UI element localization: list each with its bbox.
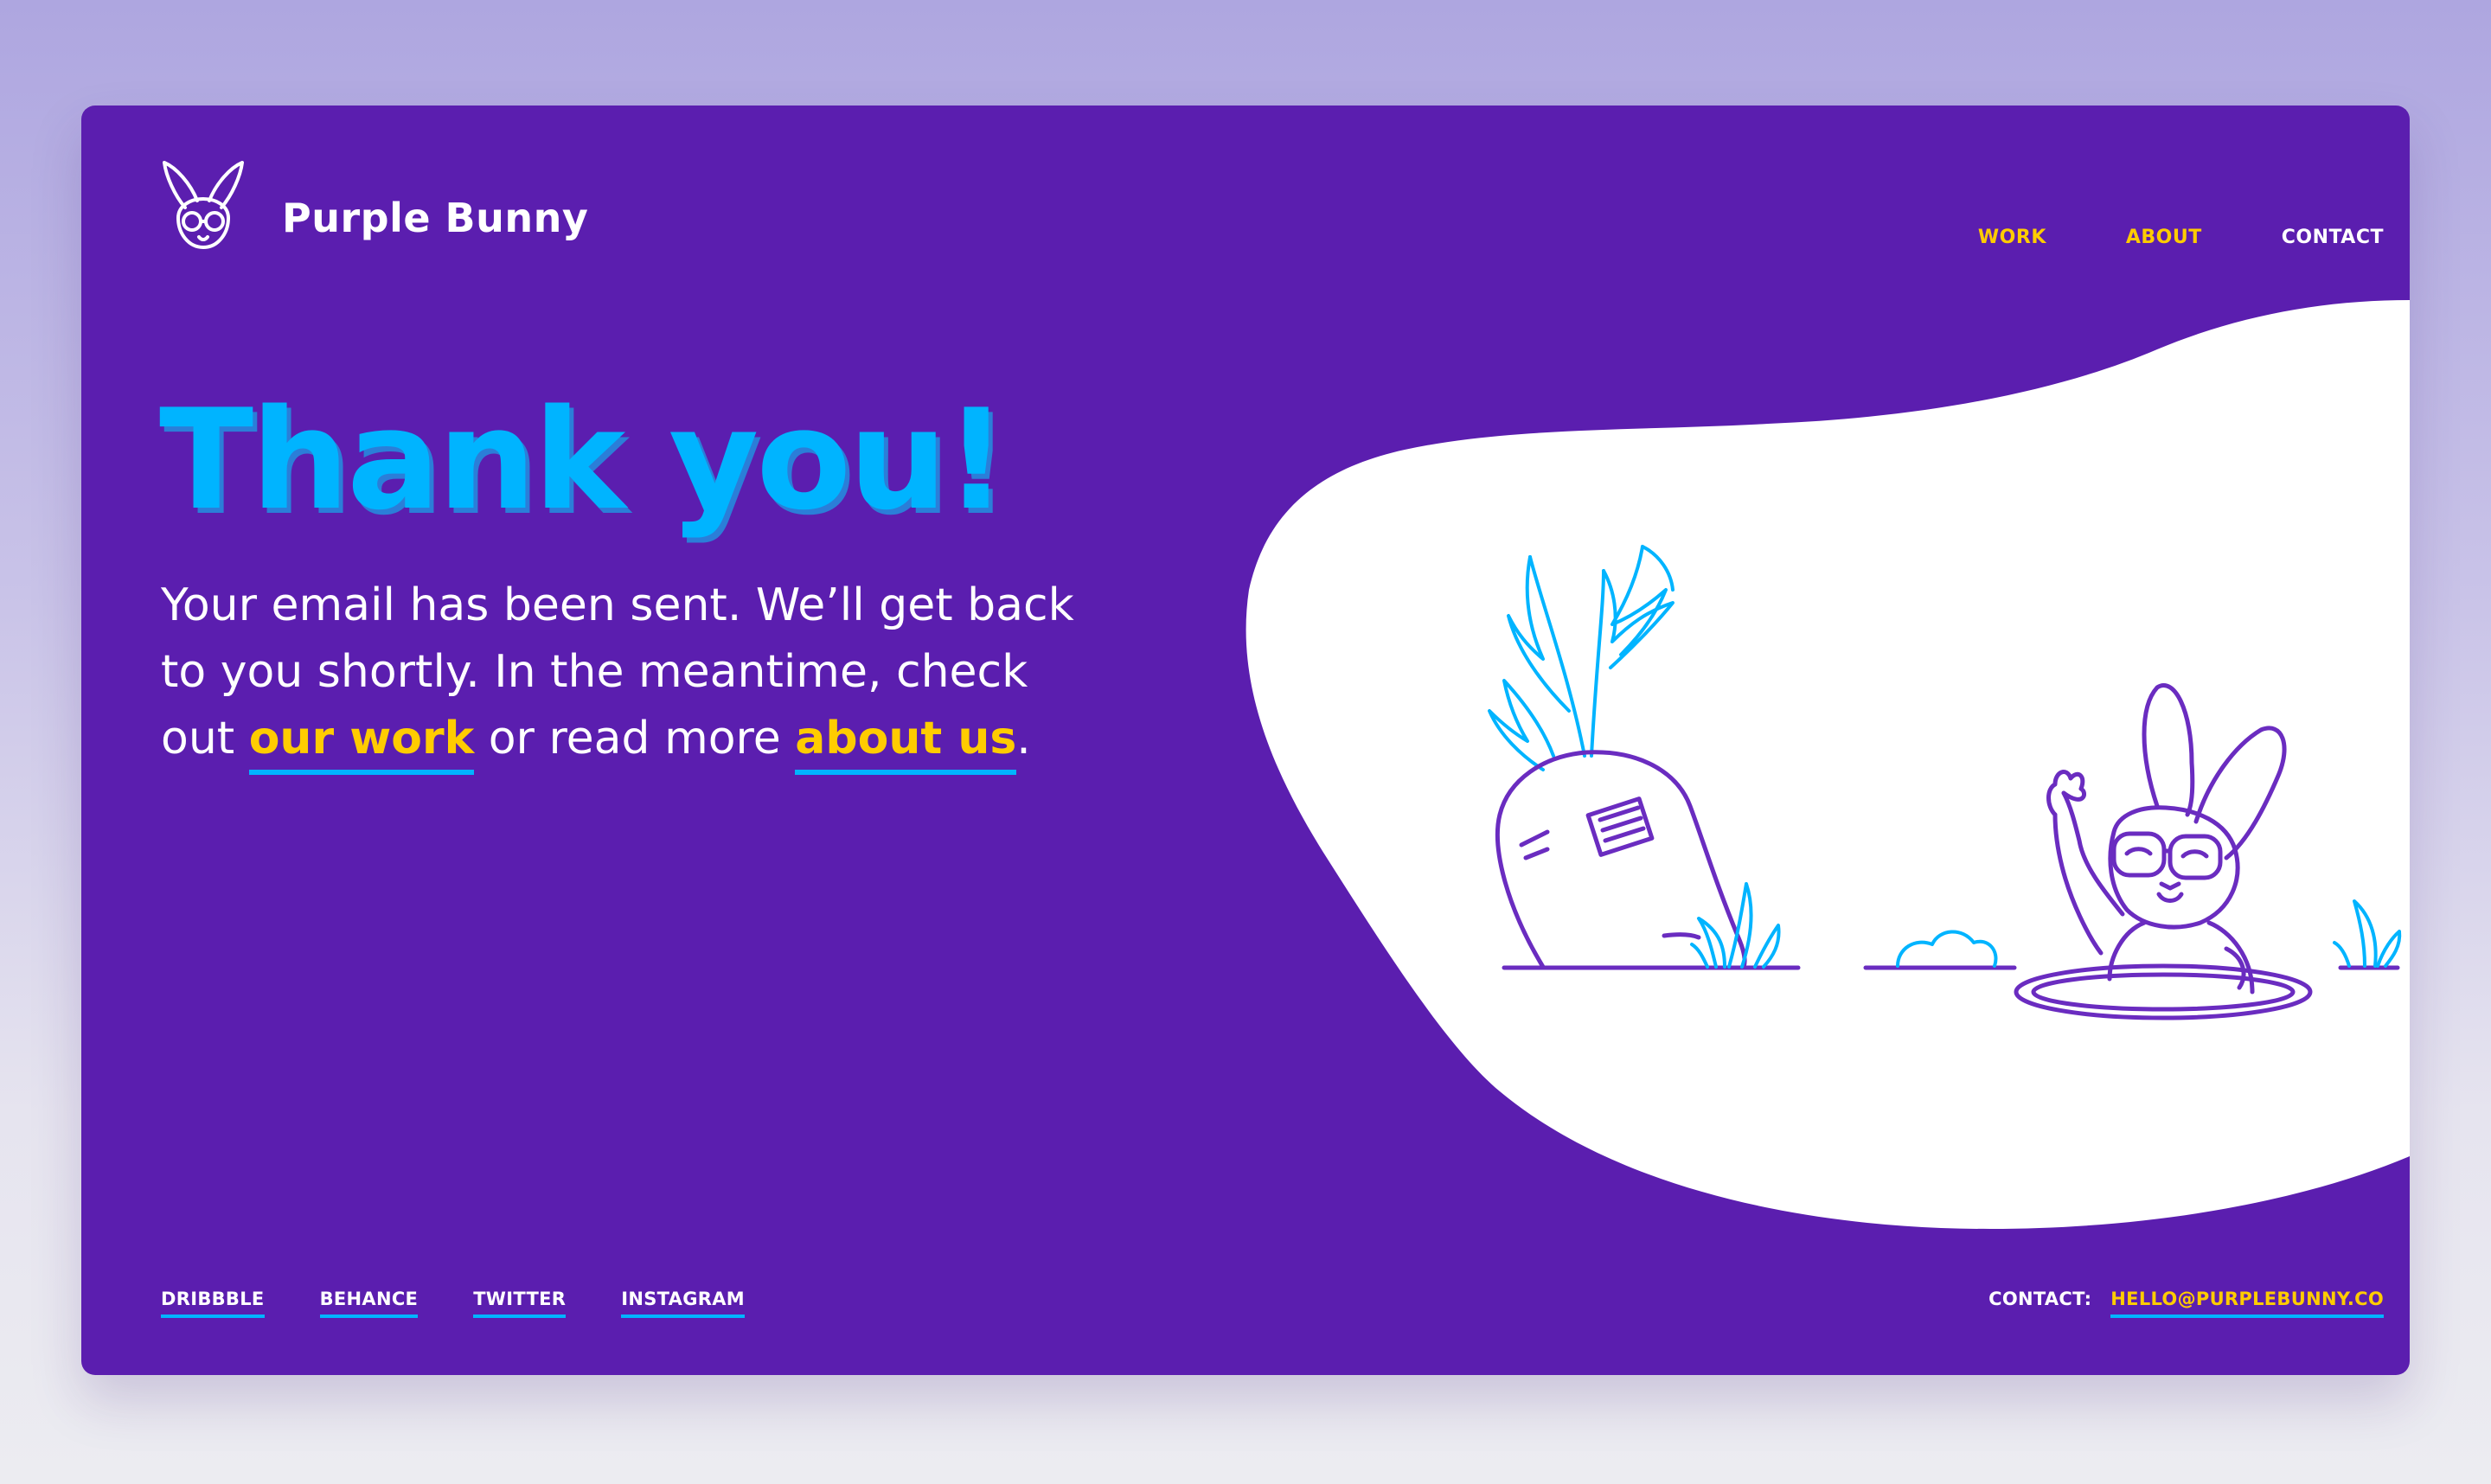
carrot-icon [1488, 545, 1747, 969]
dribbble-link[interactable]: DRIBBBLE [161, 1289, 265, 1318]
dirt-mound-icon [1896, 930, 1998, 968]
bunny-carrot-illustration [1488, 545, 2402, 1020]
twitter-link[interactable]: TWITTER [473, 1289, 567, 1318]
instagram-link[interactable]: INSTAGRAM [621, 1289, 745, 1318]
rabbit-hole-icon [2014, 963, 2313, 1020]
footer-contact: CONTACT: HELLO@PURPLEBUNNY.CO [1988, 1289, 2384, 1318]
waving-bunny-icon [2046, 683, 2287, 995]
social-links: DRIBBBLE BEHANCE TWITTER INSTAGRAM [161, 1289, 745, 1318]
contact-label: CONTACT: [1988, 1289, 2092, 1309]
contact-email-link[interactable]: HELLO@PURPLEBUNNY.CO [2110, 1289, 2384, 1318]
behance-link[interactable]: BEHANCE [319, 1289, 419, 1318]
grass-tuft-icon [2333, 899, 2402, 968]
page-card: Purple Bunny WORK ABOUT CONTACT Thank yo… [81, 106, 2410, 1375]
